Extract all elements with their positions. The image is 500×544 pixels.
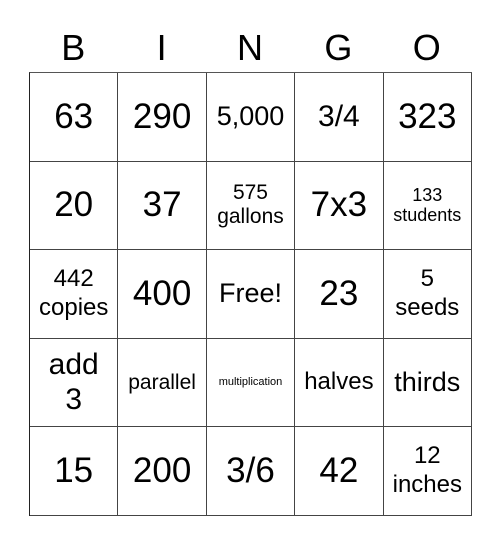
bingo-cell[interactable]: 400 (118, 250, 207, 339)
header-letter-b: B (61, 27, 86, 68)
cell-text: 5,000 (216, 101, 285, 132)
bingo-cell[interactable]: 133 students (383, 161, 472, 251)
bingo-cell[interactable]: halves (295, 338, 384, 428)
bingo-card: 63 290 5,000 3/4 323 20 37 575 gallons 7… (29, 72, 472, 516)
bingo-cell[interactable]: 23 (295, 250, 384, 339)
bingo-cell[interactable]: 323 (383, 73, 472, 162)
cell-text: 42 (319, 451, 359, 491)
cell-text: 3/6 (226, 451, 275, 491)
cell-text: parallel (128, 370, 196, 394)
header-letter-n: N (236, 27, 263, 68)
cell-text: 290 (132, 96, 192, 136)
bingo-cell[interactable]: 12 inches (383, 427, 472, 516)
bingo-cell[interactable]: add 3 (30, 338, 119, 428)
bingo-cell[interactable]: 5 seeds (383, 250, 472, 339)
cell-text: halves (304, 368, 374, 396)
bingo-cell[interactable]: 575 gallons (206, 161, 296, 251)
cell-text: add 3 (48, 348, 99, 416)
bingo-cell[interactable]: parallel (118, 338, 207, 428)
cell-text: thirds (394, 367, 461, 398)
cell-text: 7x3 (310, 185, 368, 225)
cell-text: 5 seeds (395, 265, 460, 321)
bingo-cell[interactable]: 15 (30, 427, 119, 516)
cell-text: 15 (54, 451, 94, 491)
bingo-cell[interactable]: thirds (383, 338, 472, 428)
cell-text: 20 (54, 185, 94, 225)
cell-text: 575 gallons (217, 181, 284, 229)
bingo-cell[interactable]: 5,000 (206, 73, 296, 162)
bingo-cell[interactable]: 37 (118, 161, 207, 251)
bingo-cell[interactable]: 442 copies (30, 250, 119, 339)
cell-text: Free! (218, 278, 282, 309)
header-letter-i: I (156, 27, 167, 68)
cell-text: multiplication (218, 376, 283, 389)
bingo-header: B I N G O (29, 24, 471, 72)
cell-text: 200 (132, 451, 192, 491)
bingo-cell[interactable]: 3/6 (206, 427, 296, 516)
header-letter-o: O (412, 27, 441, 68)
bingo-cell[interactable]: 3/4 (295, 73, 384, 162)
cell-text: 323 (398, 96, 457, 136)
header-letter-g: G (324, 27, 353, 68)
cell-text: 12 inches (392, 442, 462, 499)
bingo-cell[interactable]: 7x3 (295, 161, 384, 251)
bingo-cell[interactable]: 42 (295, 427, 384, 516)
cell-text: 23 (319, 273, 359, 313)
cell-text: 63 (54, 96, 94, 136)
cell-text: 37 (142, 185, 182, 225)
bingo-cell[interactable]: 20 (30, 161, 119, 251)
cell-text: 442 copies (39, 265, 109, 321)
free-space[interactable]: Free! (206, 250, 296, 339)
bingo-cell[interactable]: 63 (30, 73, 119, 162)
cell-text: 3/4 (318, 99, 360, 133)
bingo-cell[interactable]: 200 (118, 427, 207, 516)
bingo-cell[interactable]: 290 (118, 73, 207, 162)
cell-text: 400 (132, 273, 192, 313)
bingo-cell[interactable]: multiplication (206, 338, 296, 428)
cell-text: 133 students (393, 184, 462, 226)
